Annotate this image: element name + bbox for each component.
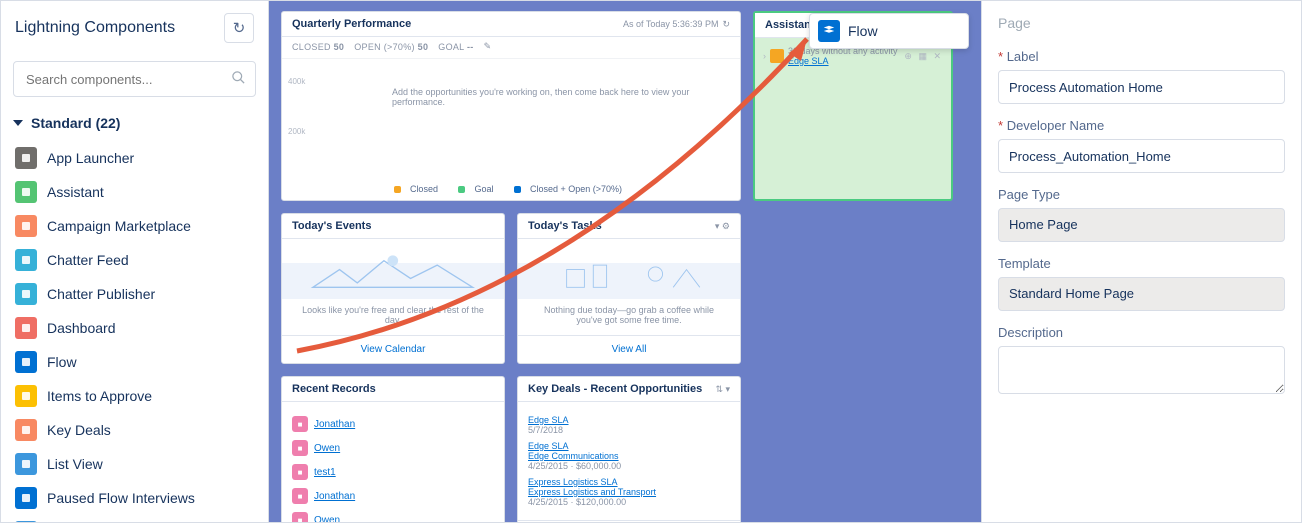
component-item-assistant[interactable]: Assistant — [13, 175, 256, 209]
pencil-icon[interactable]: ✎ — [484, 41, 492, 52]
opportunity-icon — [770, 49, 784, 63]
task-filter-icon[interactable]: ▾ ⚙ — [715, 221, 730, 232]
description-field[interactable] — [998, 346, 1285, 394]
component-item-dashboard[interactable]: Dashboard — [13, 311, 256, 345]
component-icon — [15, 385, 37, 407]
component-icon — [15, 147, 37, 169]
recent-record-item[interactable]: ■Jonathan — [292, 484, 494, 508]
record-icon: ■ — [292, 512, 308, 522]
record-icon: ■ — [292, 440, 308, 456]
component-item-list-view[interactable]: List View — [13, 447, 256, 481]
component-item-campaign-marketplace[interactable]: Campaign Marketplace — [13, 209, 256, 243]
page-canvas[interactable]: Quarterly Performance As of Today 5:36:3… — [269, 1, 981, 522]
sidebar-title: Lightning Components — [15, 19, 175, 37]
component-item-flow[interactable]: Flow — [13, 345, 256, 379]
deals-filter-icon[interactable]: ⇅ ▾ — [715, 384, 730, 395]
chevron-right-icon[interactable]: › — [763, 51, 766, 61]
standard-group-header[interactable]: Standard (22) — [13, 115, 256, 131]
component-item-items-to-approve[interactable]: Items to Approve — [13, 379, 256, 413]
view-calendar-link[interactable]: View Calendar — [282, 335, 504, 363]
template-value: Standard Home Page — [998, 277, 1285, 311]
component-icon — [15, 453, 37, 475]
component-icon — [15, 419, 37, 441]
component-item-app-launcher[interactable]: App Launcher — [13, 141, 256, 175]
record-icon: ■ — [292, 488, 308, 504]
chevron-down-icon — [13, 120, 23, 126]
component-item-chatter-publisher[interactable]: Chatter Publisher — [13, 277, 256, 311]
deal-item[interactable]: Express Logistics SLAExpress Logistics a… — [528, 474, 730, 510]
component-icon — [15, 521, 37, 522]
component-item-chatter-feed[interactable]: Chatter Feed — [13, 243, 256, 277]
todays-tasks-card[interactable]: Today's Tasks▾ ⚙ Nothing due today—go gr… — [517, 213, 741, 364]
components-sidebar: Lightning Components ↻ Standard (22) App… — [1, 1, 269, 522]
component-icon — [15, 317, 37, 339]
flow-icon — [818, 20, 840, 42]
deal-item[interactable]: Edge SLAEdge Communications4/25/2015 · $… — [528, 438, 730, 474]
recent-record-item[interactable]: ■Jonathan — [292, 412, 494, 436]
page-tab[interactable]: Page — [998, 15, 1285, 31]
component-icon — [15, 215, 37, 237]
component-icon — [15, 249, 37, 271]
quarterly-performance-card[interactable]: Quarterly Performance As of Today 5:36:3… — [281, 11, 741, 201]
search-icon — [231, 70, 246, 89]
page-type-value: Home Page — [998, 208, 1285, 242]
developer-name-field[interactable] — [998, 139, 1285, 173]
recent-record-item[interactable]: ■Owen — [292, 436, 494, 460]
component-icon — [15, 181, 37, 203]
assistant-record-link[interactable]: Edge SLA — [788, 56, 829, 66]
component-icon — [15, 283, 37, 305]
refresh-button[interactable]: ↻ — [224, 13, 254, 43]
key-deals-card[interactable]: Key Deals - Recent Opportunities⇅ ▾ Edge… — [517, 376, 741, 522]
component-item-performance[interactable]: Performance — [13, 515, 256, 522]
properties-panel: Page * Label * Developer Name Page Type … — [981, 1, 1301, 522]
label-field[interactable] — [998, 70, 1285, 104]
assistant-actions[interactable]: ⊕ ▦ ✕ — [904, 51, 943, 62]
todays-events-card[interactable]: Today's Events Looks like you're free an… — [281, 213, 505, 364]
events-illustration — [282, 239, 504, 299]
recent-record-item[interactable]: ■Owen — [292, 508, 494, 522]
recent-records-card[interactable]: Recent Records ■Jonathan■Owen■test1■Jona… — [281, 376, 505, 522]
record-icon: ■ — [292, 464, 308, 480]
component-item-key-deals[interactable]: Key Deals — [13, 413, 256, 447]
tasks-view-all-link[interactable]: View All — [518, 335, 740, 363]
component-icon — [15, 351, 37, 373]
search-input[interactable] — [13, 61, 256, 97]
flow-drag-chip[interactable]: Flow — [809, 13, 969, 49]
deals-view-all-link[interactable]: View All — [518, 520, 740, 522]
component-icon — [15, 487, 37, 509]
recent-record-item[interactable]: ■test1 — [292, 460, 494, 484]
deal-item[interactable]: Edge SLA5/7/2018 — [528, 412, 730, 438]
refresh-icon[interactable]: ↻ — [722, 19, 730, 30]
tasks-illustration — [518, 239, 740, 299]
record-icon: ■ — [292, 416, 308, 432]
component-item-paused-flow-interviews[interactable]: Paused Flow Interviews — [13, 481, 256, 515]
